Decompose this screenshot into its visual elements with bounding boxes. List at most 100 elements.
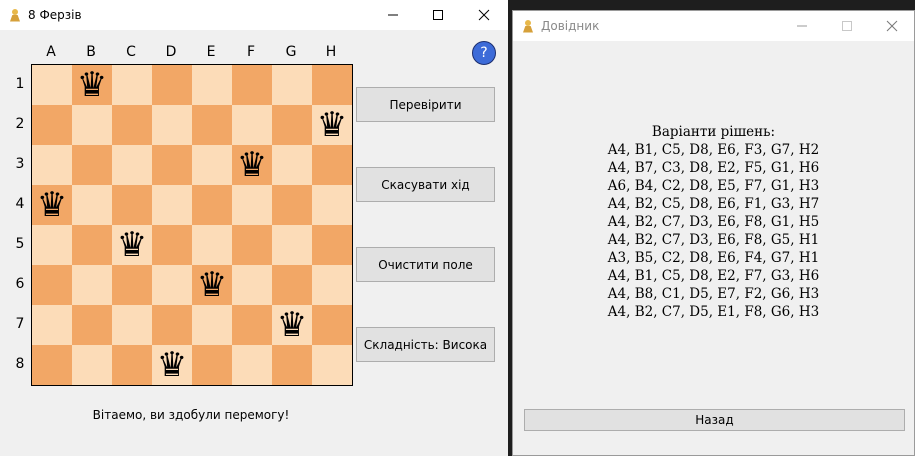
square-g2[interactable] <box>272 105 312 145</box>
help-minimize-button[interactable] <box>779 11 825 41</box>
square-d4[interactable] <box>152 185 192 225</box>
square-f6[interactable] <box>232 265 272 305</box>
square-g3[interactable] <box>272 145 312 185</box>
rank-label-2: 2 <box>15 116 25 132</box>
square-e5[interactable] <box>192 225 232 265</box>
help-window-title: Довідник <box>541 19 600 33</box>
app-icon <box>10 8 20 22</box>
solution-item: A4, B1, C5, D8, E6, F3, G7, H2 <box>607 142 820 158</box>
square-g1[interactable] <box>272 65 312 105</box>
square-f4[interactable] <box>232 185 272 225</box>
square-a1[interactable] <box>32 65 72 105</box>
square-c3[interactable] <box>112 145 152 185</box>
square-h6[interactable] <box>312 265 352 305</box>
square-d2[interactable] <box>152 105 192 145</box>
minimize-icon <box>797 25 807 27</box>
chess-board[interactable]: ♛ ♛ ♛ ♛ ♛ ♛ ♛ ♛ <box>31 64 353 386</box>
square-d5[interactable] <box>152 225 192 265</box>
help-button[interactable]: ? <box>472 41 496 65</box>
rank-label-4: 4 <box>15 196 25 212</box>
square-b5[interactable] <box>72 225 112 265</box>
square-d1[interactable] <box>152 65 192 105</box>
help-close-button[interactable] <box>869 11 915 41</box>
queen-icon: ♛ <box>116 225 148 265</box>
square-f2[interactable] <box>232 105 272 145</box>
square-e1[interactable] <box>192 65 232 105</box>
square-a8[interactable] <box>32 345 72 385</box>
minimize-button[interactable] <box>370 0 416 30</box>
solution-item: A4, B2, C7, D5, E1, F8, G6, H3 <box>607 304 820 320</box>
file-label-d: D <box>165 44 177 60</box>
queen-icon: ♛ <box>276 305 308 345</box>
square-a5[interactable] <box>32 225 72 265</box>
square-h1[interactable] <box>312 65 352 105</box>
help-titlebar[interactable]: Довідник <box>513 11 914 41</box>
square-f1[interactable] <box>232 65 272 105</box>
square-d6[interactable] <box>152 265 192 305</box>
square-b8[interactable] <box>72 345 112 385</box>
queen-icon: ♛ <box>236 145 268 185</box>
queen-icon: ♛ <box>76 65 108 105</box>
square-c4[interactable] <box>112 185 152 225</box>
square-d7[interactable] <box>152 305 192 345</box>
square-b2[interactable] <box>72 105 112 145</box>
square-e6[interactable]: ♛ <box>192 265 232 305</box>
square-c5[interactable]: ♛ <box>112 225 152 265</box>
square-h5[interactable] <box>312 225 352 265</box>
square-f7[interactable] <box>232 305 272 345</box>
square-b3[interactable] <box>72 145 112 185</box>
undo-button[interactable]: Скасувати хід <box>356 167 495 202</box>
file-label-e: E <box>206 44 216 60</box>
square-d8[interactable]: ♛ <box>152 345 192 385</box>
square-c6[interactable] <box>112 265 152 305</box>
square-h3[interactable] <box>312 145 352 185</box>
maximize-button[interactable] <box>415 0 461 30</box>
rank-label-6: 6 <box>15 276 25 292</box>
square-c8[interactable] <box>112 345 152 385</box>
square-c7[interactable] <box>112 305 152 345</box>
square-h8[interactable] <box>312 345 352 385</box>
difficulty-button[interactable]: Складність: Висока <box>356 327 495 362</box>
check-button[interactable]: Перевірити <box>356 87 495 122</box>
square-g6[interactable] <box>272 265 312 305</box>
back-button[interactable]: Назад <box>524 409 905 431</box>
square-h2[interactable]: ♛ <box>312 105 352 145</box>
square-g7[interactable]: ♛ <box>272 305 312 345</box>
square-c2[interactable] <box>112 105 152 145</box>
square-e4[interactable] <box>192 185 232 225</box>
square-f8[interactable] <box>232 345 272 385</box>
square-d3[interactable] <box>152 145 192 185</box>
help-maximize-button[interactable] <box>824 11 870 41</box>
square-c1[interactable] <box>112 65 152 105</box>
square-e7[interactable] <box>192 305 232 345</box>
square-b7[interactable] <box>72 305 112 345</box>
solution-item: A6, B4, C2, D8, E5, F7, G1, H3 <box>607 178 820 194</box>
square-g5[interactable] <box>272 225 312 265</box>
square-f3[interactable]: ♛ <box>232 145 272 185</box>
main-window: 8 Ферзів ♛ ♛ ♛ ♛ ♛ ♛ ♛ ♛ ? Перевірити Скасувати… <box>0 0 508 456</box>
square-f5[interactable] <box>232 225 272 265</box>
close-icon <box>478 9 490 21</box>
square-b4[interactable] <box>72 185 112 225</box>
close-button[interactable] <box>461 0 507 30</box>
square-a7[interactable] <box>32 305 72 345</box>
square-e3[interactable] <box>192 145 232 185</box>
square-b1[interactable]: ♛ <box>72 65 112 105</box>
square-g4[interactable] <box>272 185 312 225</box>
square-a2[interactable] <box>32 105 72 145</box>
square-a3[interactable] <box>32 145 72 185</box>
file-label-g: G <box>285 44 297 60</box>
square-a6[interactable] <box>32 265 72 305</box>
square-h7[interactable] <box>312 305 352 345</box>
rank-label-8: 8 <box>15 356 25 372</box>
solution-item: A4, B7, C3, D8, E2, F5, G1, H6 <box>607 160 820 176</box>
main-titlebar[interactable]: 8 Ферзів <box>0 0 508 30</box>
rank-label-7: 7 <box>15 316 25 332</box>
square-e2[interactable] <box>192 105 232 145</box>
square-g8[interactable] <box>272 345 312 385</box>
square-e8[interactable] <box>192 345 232 385</box>
square-b6[interactable] <box>72 265 112 305</box>
square-a4[interactable]: ♛ <box>32 185 72 225</box>
square-h4[interactable] <box>312 185 352 225</box>
clear-board-button[interactable]: Очистити поле <box>356 247 495 282</box>
